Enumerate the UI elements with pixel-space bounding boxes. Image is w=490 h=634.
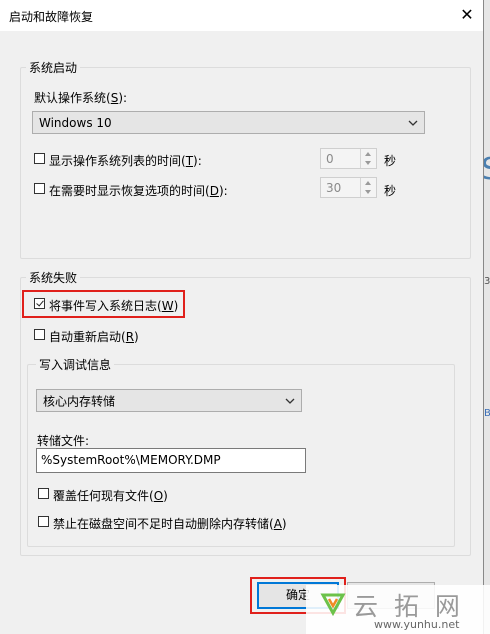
background-window-edge bbox=[483, 0, 490, 634]
overwrite-checkbox[interactable] bbox=[38, 488, 49, 499]
system-failure-legend: 系统失败 bbox=[26, 269, 81, 286]
chevron-down-icon bbox=[408, 120, 418, 126]
auto-restart-label: 自动重新启动(R) bbox=[49, 330, 139, 344]
overwrite-label: 覆盖任何现有文件(O) bbox=[53, 489, 168, 503]
window-title: 启动和故障恢复 bbox=[9, 10, 94, 24]
dump-file-value: %SystemRoot%\MEMORY.DMP bbox=[41, 453, 221, 467]
highlight-box-event-log bbox=[22, 290, 185, 318]
default-os-select[interactable]: Windows 10 bbox=[32, 111, 425, 134]
debug-info-legend: 写入调试信息 bbox=[36, 356, 115, 373]
os-list-time-value: 0 bbox=[326, 152, 334, 166]
watermark-url: www.yunhu.net bbox=[374, 618, 460, 631]
os-list-time-unit: 秒 bbox=[384, 154, 397, 168]
spinner-arrows[interactable] bbox=[360, 178, 376, 197]
background-digit: 3 bbox=[484, 276, 490, 287]
spin-down-icon[interactable] bbox=[365, 161, 371, 165]
recovery-time-spinner[interactable]: 30 bbox=[320, 177, 377, 198]
auto-restart-checkbox[interactable] bbox=[34, 329, 45, 340]
spin-up-icon[interactable] bbox=[365, 152, 371, 156]
dump-file-label: 转储文件: bbox=[37, 434, 90, 448]
disable-auto-delete-label: 禁止在磁盘空间不足时自动删除内存转储(A) bbox=[53, 517, 287, 531]
spin-up-icon[interactable] bbox=[365, 181, 371, 185]
dump-type-value: 核心内存转储 bbox=[43, 394, 116, 408]
spin-down-icon[interactable] bbox=[365, 190, 371, 194]
show-os-list-checkbox[interactable] bbox=[34, 153, 45, 164]
chevron-down-icon bbox=[285, 398, 295, 404]
show-recovery-checkbox[interactable] bbox=[34, 183, 45, 194]
title-bar: 启动和故障恢复 ✕ bbox=[0, 0, 483, 31]
close-icon[interactable]: ✕ bbox=[454, 3, 480, 27]
recovery-time-value: 30 bbox=[326, 181, 342, 195]
dump-file-input[interactable]: %SystemRoot%\MEMORY.DMP bbox=[36, 448, 306, 473]
recovery-time-unit: 秒 bbox=[384, 184, 397, 198]
startup-recovery-dialog: 启动和故障恢复 ✕ 系统启动 默认操作系统(S): Windows 10 显示操… bbox=[0, 0, 484, 634]
show-recovery-label: 在需要时显示恢复选项的时间(D): bbox=[49, 184, 228, 198]
default-os-value: Windows 10 bbox=[39, 115, 112, 130]
spinner-arrows[interactable] bbox=[360, 149, 376, 168]
watermark: 云 拓 网 www.yunhu.net bbox=[306, 585, 490, 634]
background-letter-b: B bbox=[484, 408, 490, 419]
os-list-time-spinner[interactable]: 0 bbox=[320, 148, 377, 169]
dump-type-select[interactable]: 核心内存转储 bbox=[36, 389, 302, 412]
show-os-list-label: 显示操作系统列表的时间(T): bbox=[49, 154, 202, 168]
yunhu-logo-icon bbox=[320, 593, 346, 617]
disable-auto-delete-checkbox[interactable] bbox=[38, 516, 49, 527]
default-os-label: 默认操作系统(S): bbox=[34, 91, 128, 105]
system-startup-legend: 系统启动 bbox=[26, 59, 81, 76]
